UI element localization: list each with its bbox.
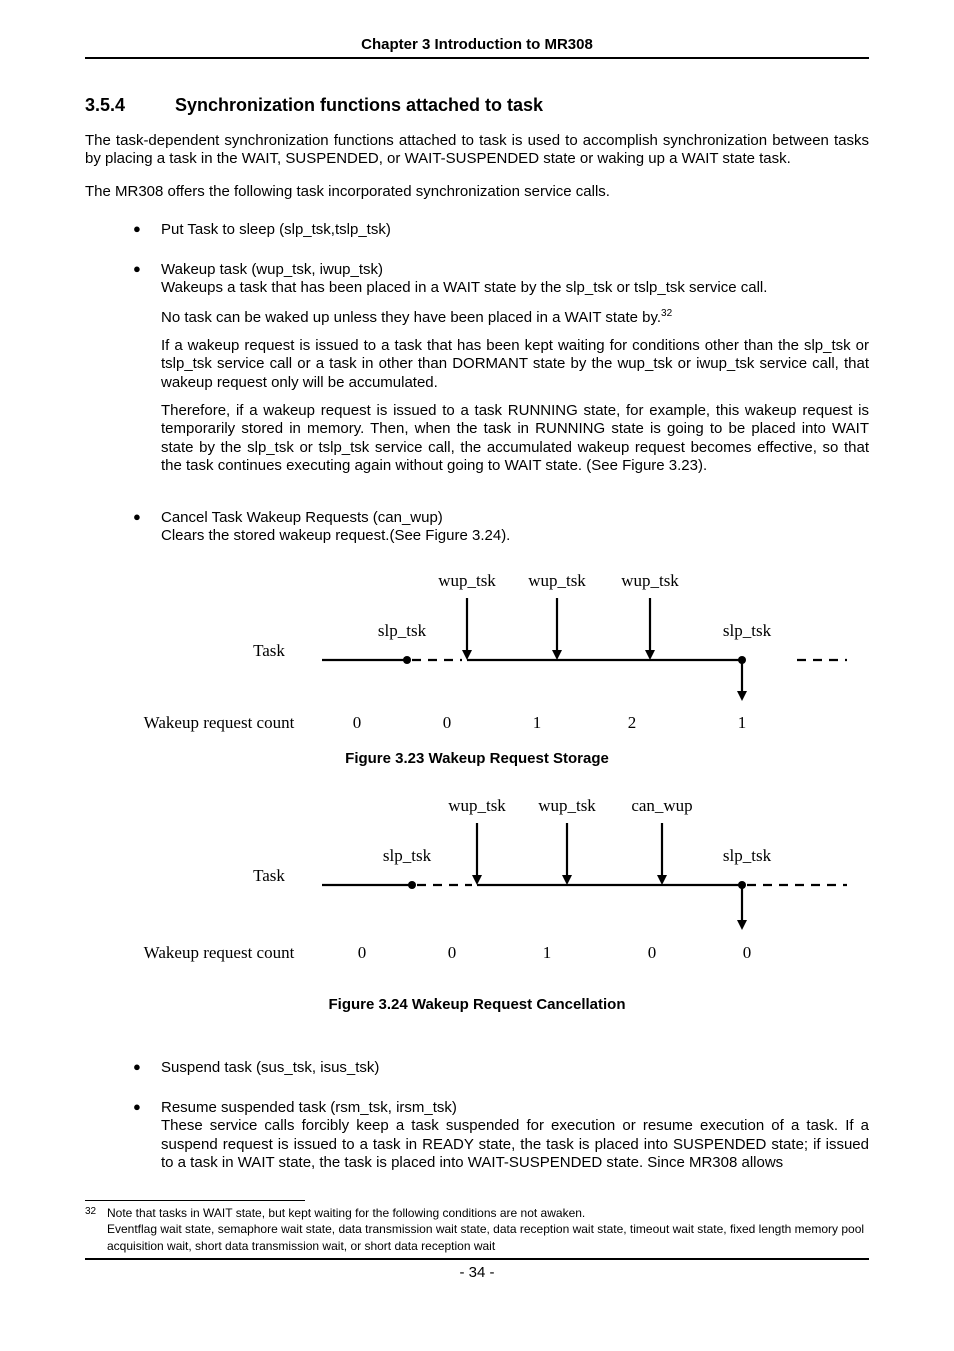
figure-3-24: wup_tsk wup_tsk can_wup slp_tsk slp_tsk …	[85, 793, 869, 968]
count-value: 0	[448, 943, 457, 962]
timing-label: slp_tsk	[723, 846, 772, 865]
row-label: Task	[253, 866, 285, 885]
timeline-dot	[738, 656, 746, 664]
bullet-list: Suspend task (sus_tsk, isus_tsk) Resume …	[85, 1059, 869, 1172]
count-value: 0	[358, 943, 367, 962]
list-item-text: Suspend task (sus_tsk, isus_tsk)	[161, 1059, 379, 1076]
footnote-number: 32	[85, 1205, 96, 1219]
list-item-title: Cancel Task Wakeup Requests (can_wup)	[161, 509, 443, 526]
list-item: Resume suspended task (rsm_tsk, irsm_tsk…	[133, 1099, 869, 1172]
arrow-down-icon	[737, 663, 747, 701]
timeline-dot	[403, 656, 411, 664]
count-value: 0	[743, 943, 752, 962]
list-item-title: Resume suspended task (rsm_tsk, irsm_tsk…	[161, 1099, 457, 1116]
list-item: Cancel Task Wakeup Requests (can_wup) Cl…	[133, 509, 869, 546]
list-item-text: These service calls forcibly keep a task…	[161, 1117, 869, 1171]
body-paragraph: The task-dependent synchronization funct…	[85, 132, 869, 169]
timing-label: wup_tsk	[528, 571, 586, 590]
list-item: Suspend task (sus_tsk, isus_tsk)	[133, 1059, 869, 1077]
page-number: - 34 -	[85, 1264, 869, 1281]
footnote-text: Note that tasks in WAIT state, but kept …	[107, 1206, 585, 1220]
bullet-list: Put Task to sleep (slp_tsk,tslp_tsk) Wak…	[85, 221, 869, 546]
count-value: 1	[543, 943, 552, 962]
arrow-down-icon	[562, 823, 572, 885]
section-heading: 3.5.4 Synchronization functions attached…	[85, 95, 869, 116]
section-number: 3.5.4	[85, 95, 170, 116]
list-item-text: Wakeups a task that has been placed in a…	[161, 279, 767, 296]
list-item-text: No task can be waked up unless they have…	[161, 309, 661, 326]
header-rule	[85, 57, 869, 59]
footer-rule	[85, 1258, 869, 1260]
list-item-text: Clears the stored wakeup request.(See Fi…	[161, 527, 510, 544]
figure-3-23-svg: wup_tsk wup_tsk wup_tsk slp_tsk slp_tsk …	[107, 568, 847, 738]
list-item-text: Put Task to sleep (slp_tsk,tslp_tsk)	[161, 221, 391, 238]
chapter-header: Chapter 3 Introduction to MR308	[85, 36, 869, 57]
figure-caption: Figure 3.24 Wakeup Request Cancellation	[85, 996, 869, 1013]
list-item: Put Task to sleep (slp_tsk,tslp_tsk)	[133, 221, 869, 239]
timing-label: slp_tsk	[378, 621, 427, 640]
footnote-rule	[85, 1200, 305, 1201]
arrow-down-icon	[645, 598, 655, 660]
arrow-down-icon	[462, 598, 472, 660]
list-item-title: Wakeup task (wup_tsk, iwup_tsk)	[161, 261, 383, 278]
timing-label: can_wup	[631, 796, 692, 815]
timing-label: slp_tsk	[383, 846, 432, 865]
arrow-down-icon	[552, 598, 562, 660]
section-title: Synchronization functions attached to ta…	[175, 95, 543, 115]
list-sub-paragraph: If a wakeup request is issued to a task …	[161, 337, 869, 392]
footnote-reference: 32	[661, 308, 672, 319]
count-value: 1	[533, 713, 542, 732]
count-label: Wakeup request count	[144, 713, 295, 732]
count-value: 2	[628, 713, 637, 732]
footnote: 32 Note that tasks in WAIT state, but ke…	[85, 1205, 869, 1254]
timeline-dot	[408, 881, 416, 889]
list-sub-paragraph: No task can be waked up unless they have…	[161, 308, 869, 327]
figure-3-24-svg: wup_tsk wup_tsk can_wup slp_tsk slp_tsk …	[107, 793, 847, 968]
list-sub-paragraph: Therefore, if a wakeup request is issued…	[161, 402, 869, 475]
timing-label: wup_tsk	[621, 571, 679, 590]
count-value: 0	[353, 713, 362, 732]
arrow-down-icon	[472, 823, 482, 885]
row-label: Task	[253, 641, 285, 660]
count-value: 0	[443, 713, 452, 732]
arrow-down-icon	[657, 823, 667, 885]
count-value: 0	[648, 943, 657, 962]
timing-label: slp_tsk	[723, 621, 772, 640]
figure-caption: Figure 3.23 Wakeup Request Storage	[85, 750, 869, 767]
count-value: 1	[738, 713, 747, 732]
list-item: Wakeup task (wup_tsk, iwup_tsk) Wakeups …	[133, 261, 869, 475]
footnote-text: Eventflag wait state, semaphore wait sta…	[107, 1222, 864, 1252]
timing-label: wup_tsk	[438, 571, 496, 590]
timing-label: wup_tsk	[538, 796, 596, 815]
timeline-dot	[738, 881, 746, 889]
arrow-down-icon	[737, 888, 747, 930]
timing-label: wup_tsk	[448, 796, 506, 815]
figure-3-23: wup_tsk wup_tsk wup_tsk slp_tsk slp_tsk …	[85, 568, 869, 738]
page-container: Chapter 3 Introduction to MR308 3.5.4 Sy…	[0, 0, 954, 1311]
count-label: Wakeup request count	[144, 943, 295, 962]
body-paragraph: The MR308 offers the following task inco…	[85, 183, 869, 201]
